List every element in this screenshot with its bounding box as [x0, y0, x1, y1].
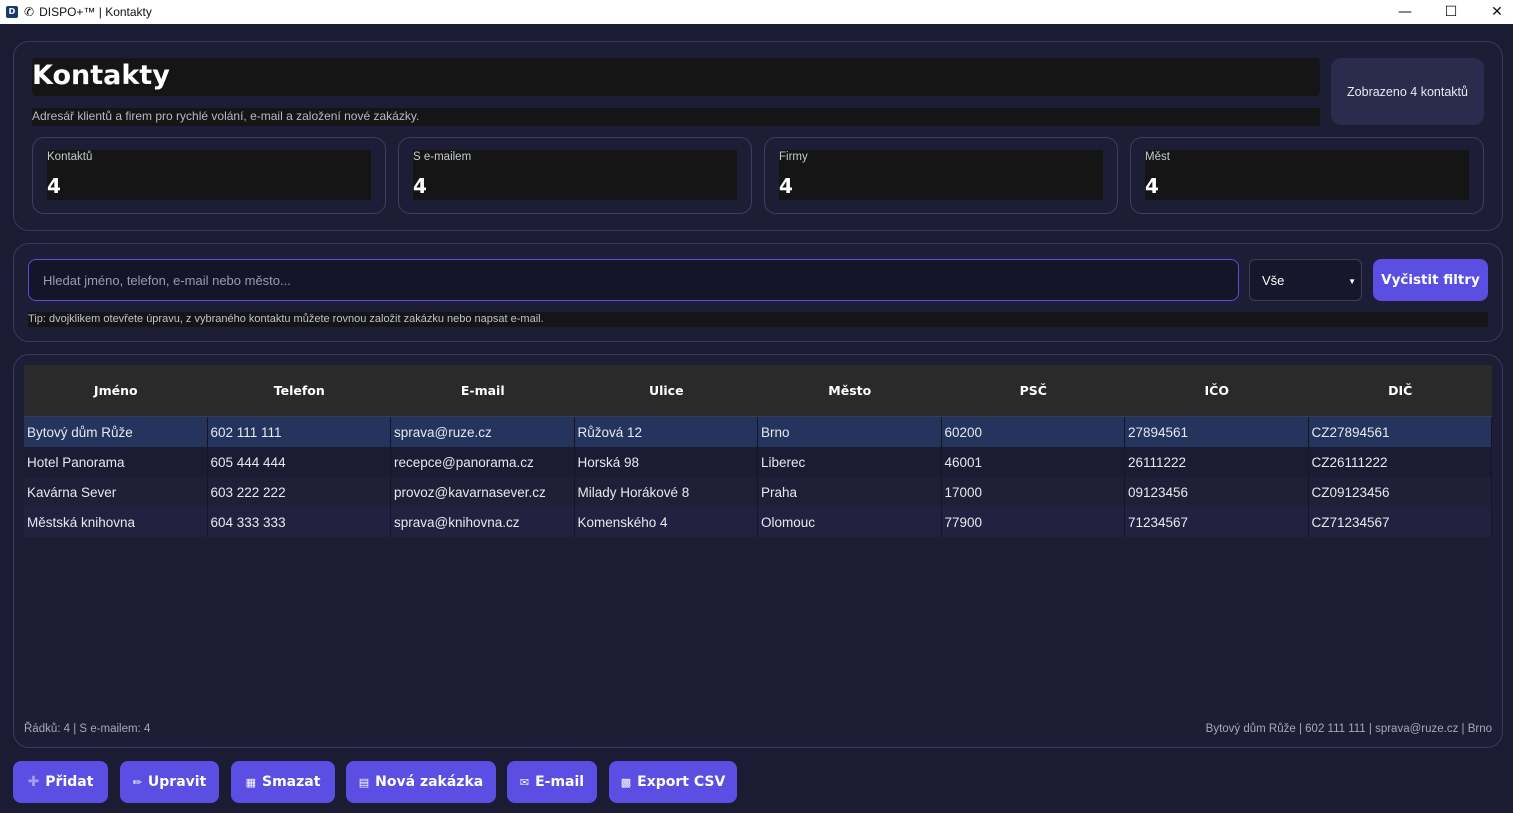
table-row[interactable]: Kavárna Sever 603 222 222 provoz@kavarna… — [24, 477, 1492, 507]
add-label: Přidat — [45, 774, 94, 790]
selected-contact-status: Bytový dům Růže | 602 111 111 | sprava@r… — [1205, 723, 1492, 735]
table-row[interactable]: Hotel Panorama 605 444 444 recepce@panor… — [24, 447, 1492, 477]
cell-zip: 77900 — [942, 507, 1125, 537]
cell-city: Olomouc — [758, 507, 942, 537]
cell-city: Liberec — [758, 447, 942, 477]
cell-ico: 27894561 — [1125, 417, 1309, 447]
document-icon: ▤ — [358, 775, 370, 789]
stat-label: S e-mailem — [413, 151, 472, 163]
trash-icon: ▦ — [245, 775, 256, 789]
table-header: Jméno Telefon E-mail Ulice Město PSČ IČO… — [24, 365, 1492, 417]
phone-icon: ✆ — [24, 5, 35, 19]
column-header-street[interactable]: Ulice — [575, 365, 759, 416]
row-count-status: Řádků: 4 | S e-mailem: 4 — [24, 723, 151, 735]
edit-button[interactable]: ✏ Upravit — [120, 761, 219, 803]
window-title: DISPO+™ | Kontakty — [39, 5, 152, 19]
page-title: Kontakty — [32, 60, 170, 91]
select-value: Vše — [1262, 272, 1285, 288]
cell-zip: 46001 — [942, 447, 1125, 477]
cell-city: Brno — [758, 417, 942, 447]
window-titlebar: D ✆ DISPO+™ | Kontakty — ☐ ✕ — [0, 0, 1513, 24]
cell-dic: CZ27894561 — [1309, 417, 1492, 447]
stat-card-cities: Měst 4 — [1130, 137, 1484, 214]
new-order-label: Nová zakázka — [375, 774, 484, 790]
cell-phone: 602 111 111 — [208, 417, 391, 447]
cell-phone: 603 222 222 — [208, 477, 391, 507]
cell-ico: 26111222 — [1125, 447, 1309, 477]
tip-text: Tip: dvojklikem otevřete úpravu, z vybra… — [28, 313, 544, 325]
stat-value: 4 — [1145, 174, 1159, 198]
page-subtitle: Adresář klientů a firem pro rychlé volán… — [32, 109, 420, 123]
contacts-table: Jméno Telefon E-mail Ulice Město PSČ IČO… — [24, 365, 1492, 537]
column-header-city[interactable]: Město — [758, 365, 942, 416]
cell-street: Komenského 4 — [575, 507, 758, 537]
add-button[interactable]: ✚ Přidat — [13, 761, 108, 803]
table-row[interactable]: Bytový dům Růže 602 111 111 sprava@ruze.… — [24, 417, 1492, 447]
maximize-button[interactable]: ☐ — [1428, 0, 1474, 24]
new-order-button[interactable]: ▤ Nová zakázka — [346, 761, 496, 803]
column-header-name[interactable]: Jméno — [24, 365, 208, 416]
cell-name: Bytový dům Růže — [24, 417, 208, 447]
cell-dic: CZ71234567 — [1309, 507, 1492, 537]
table-row[interactable]: Městská knihovna 604 333 333 sprava@knih… — [24, 507, 1492, 537]
cell-zip: 60200 — [942, 417, 1125, 447]
search-field[interactable] — [28, 259, 1239, 301]
delete-button[interactable]: ▦ Smazat — [231, 761, 335, 803]
stat-card-companies: Firmy 4 — [764, 137, 1118, 214]
search-input[interactable] — [29, 260, 1238, 300]
count-badge: Zobrazeno 4 kontaktů — [1331, 58, 1484, 125]
cell-city: Praha — [758, 477, 942, 507]
plus-icon: ✚ — [27, 774, 40, 790]
cell-dic: CZ26111222 — [1309, 447, 1492, 477]
stat-card-contacts: Kontaktů 4 — [32, 137, 386, 214]
export-csv-button[interactable]: ▩ Export CSV — [609, 761, 737, 803]
pencil-icon: ✏ — [132, 775, 142, 789]
cell-phone: 604 333 333 — [208, 507, 391, 537]
app-icon: D — [6, 6, 18, 18]
export-icon: ▩ — [620, 775, 632, 789]
delete-label: Smazat — [262, 774, 321, 790]
stat-value: 4 — [779, 174, 793, 198]
cell-name: Hotel Panorama — [24, 447, 208, 477]
export-label: Export CSV — [637, 774, 726, 790]
cell-email: provoz@kavarnasever.cz — [391, 477, 575, 507]
edit-label: Upravit — [147, 774, 207, 790]
cell-street: Růžová 12 — [575, 417, 758, 447]
cell-dic: CZ09123456 — [1309, 477, 1492, 507]
column-header-zip[interactable]: PSČ — [942, 365, 1126, 416]
cell-street: Horská 98 — [575, 447, 758, 477]
cell-ico: 09123456 — [1125, 477, 1309, 507]
column-header-ico[interactable]: IČO — [1125, 365, 1309, 416]
column-header-email[interactable]: E-mail — [391, 365, 575, 416]
chevron-down-icon: ▼ — [1348, 277, 1356, 286]
cell-phone: 605 444 444 — [208, 447, 391, 477]
cell-name: Městská knihovna — [24, 507, 208, 537]
close-button[interactable]: ✕ — [1474, 0, 1513, 24]
cell-street: Milady Horákové 8 — [575, 477, 758, 507]
stat-value: 4 — [47, 174, 61, 198]
stat-label: Měst — [1145, 151, 1170, 163]
column-header-phone[interactable]: Telefon — [208, 365, 392, 416]
stat-value: 4 — [413, 174, 427, 198]
minimize-button[interactable]: — — [1382, 0, 1428, 24]
title-strip — [32, 58, 1320, 96]
email-label: E-mail — [535, 774, 585, 790]
stat-label: Firmy — [779, 151, 808, 163]
envelope-icon: ✉ — [519, 775, 530, 789]
stat-label: Kontaktů — [47, 151, 93, 163]
cell-email: recepce@panorama.cz — [391, 447, 575, 477]
cell-ico: 71234567 — [1125, 507, 1309, 537]
cell-zip: 17000 — [942, 477, 1125, 507]
email-button[interactable]: ✉ E-mail — [507, 761, 597, 803]
column-header-dic[interactable]: DIČ — [1309, 365, 1493, 416]
clear-filters-button[interactable]: Vyčistit filtry — [1373, 259, 1488, 301]
type-filter-select[interactable]: Vše ▼ — [1249, 259, 1362, 301]
cell-email: sprava@knihovna.cz — [391, 507, 575, 537]
stat-card-with-email: S e-mailem 4 — [398, 137, 752, 214]
cell-name: Kavárna Sever — [24, 477, 208, 507]
cell-email: sprava@ruze.cz — [391, 417, 575, 447]
